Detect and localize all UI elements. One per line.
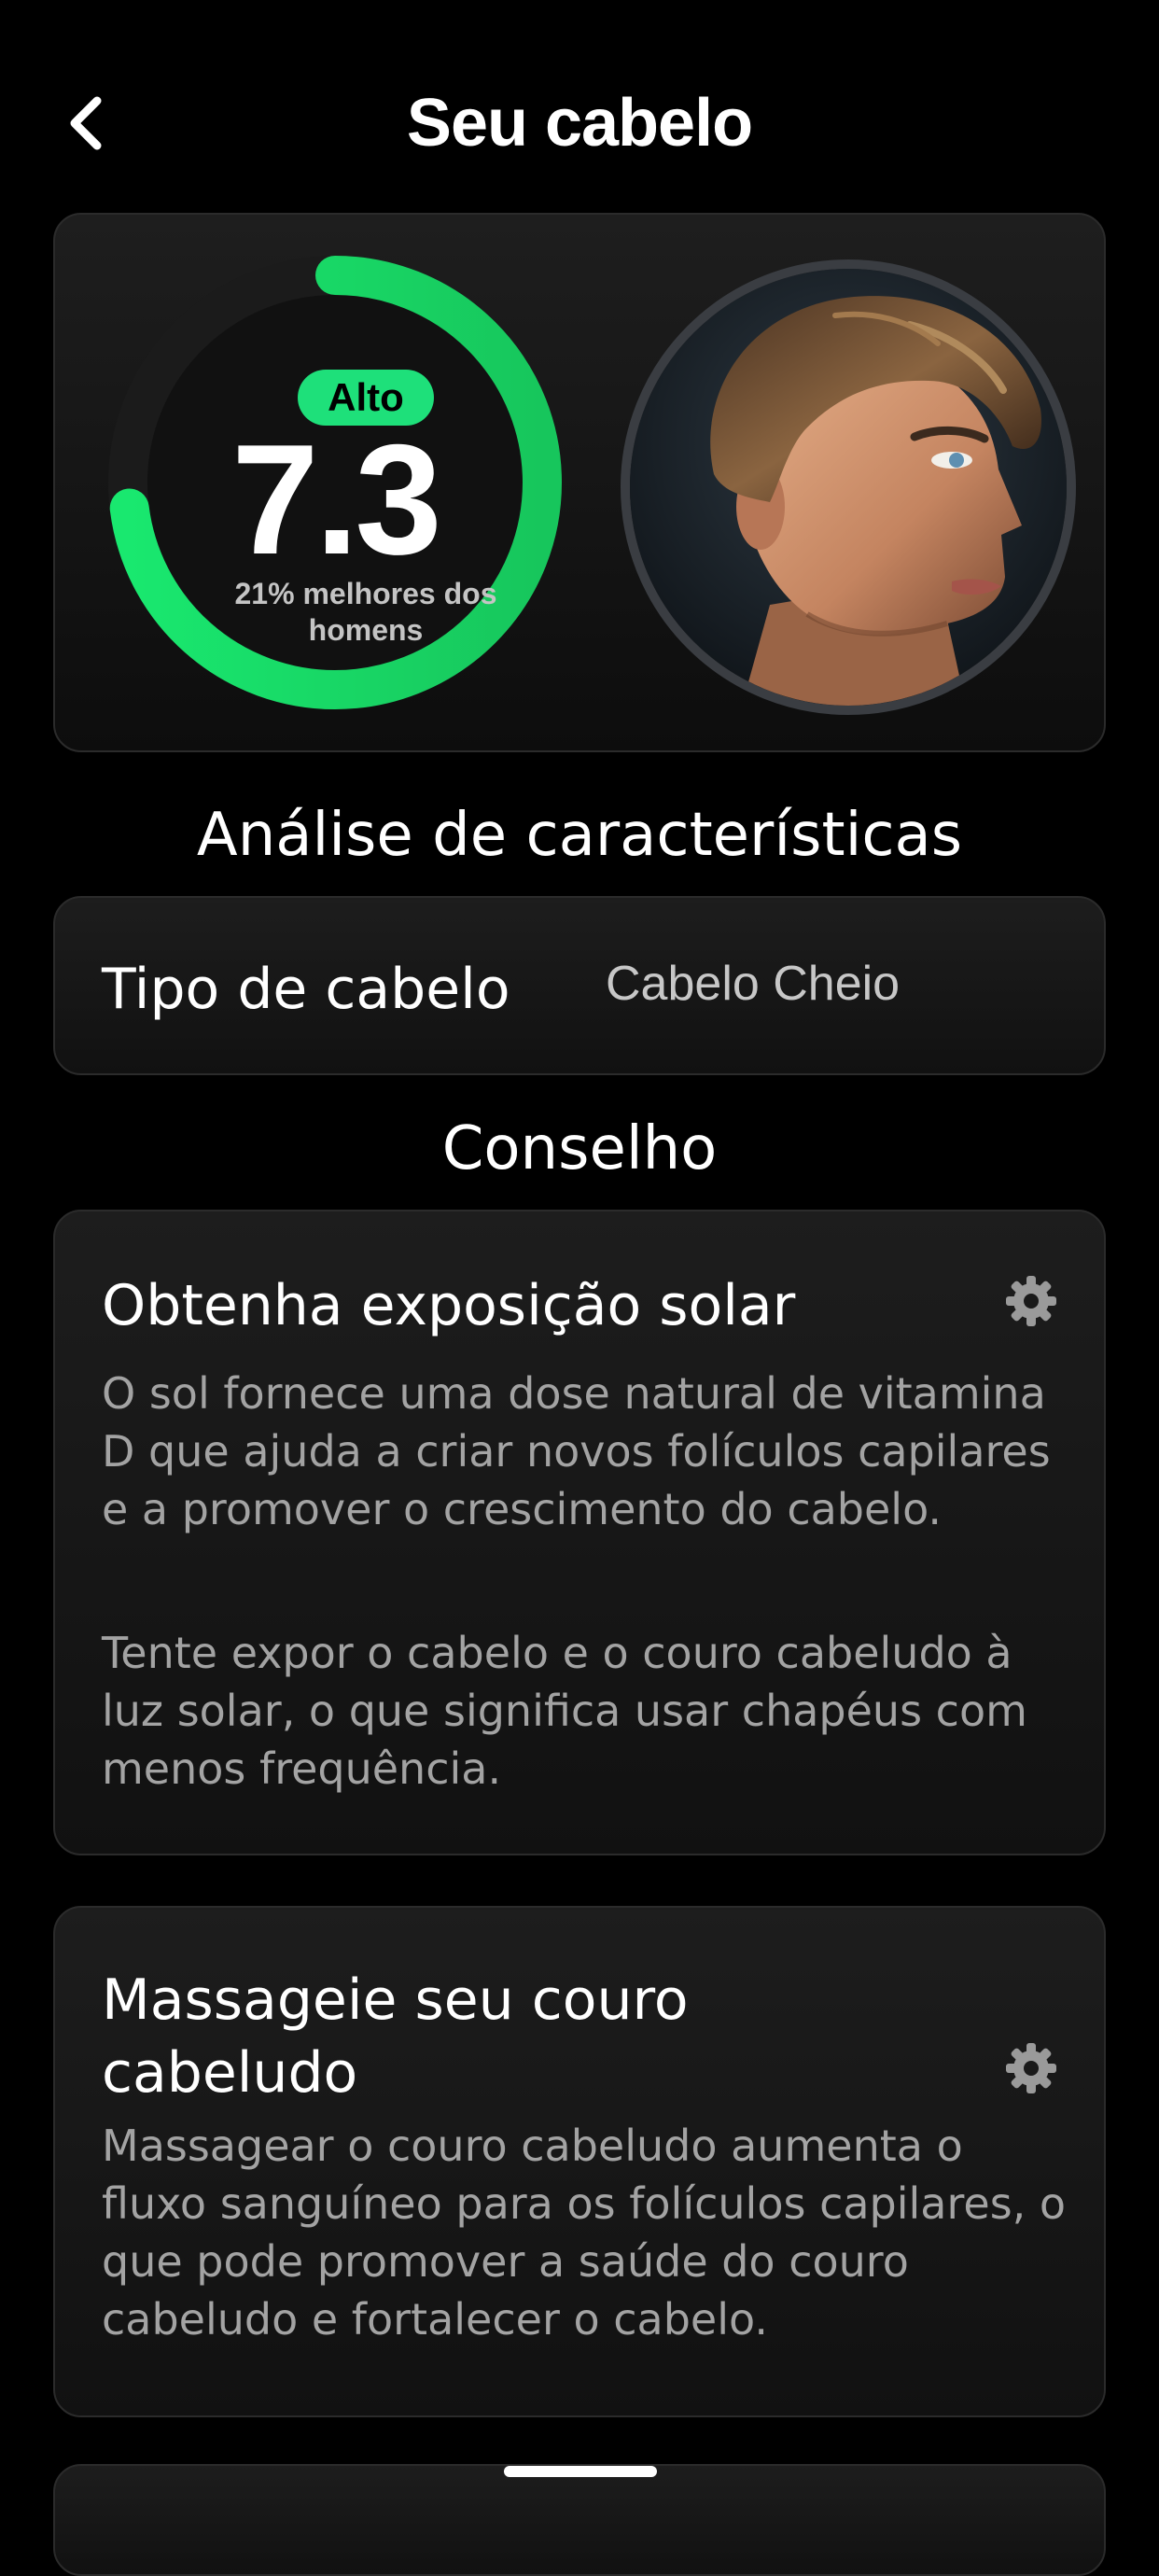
advice-card: Obtenha exposição solar O sol fornece um… — [53, 1210, 1106, 1855]
score-value: 7.3 — [231, 412, 442, 587]
advice-section-title: Conselho — [441, 1114, 718, 1183]
score-percentile: 21% melhores dos homens — [234, 577, 497, 647]
advice-card: Massageie seu couro cabeludo Massagear o… — [53, 1906, 1106, 2417]
advice-title: Obtenha exposição solar — [102, 1273, 796, 1338]
advice-card-partial — [53, 2464, 1106, 2576]
advice-paragraph: O sol fornece uma dose natural de vitami… — [102, 1368, 1051, 1534]
score-gauge: Alto 7.3 21% melhores dos homens — [106, 254, 564, 711]
advice-title: Massageie seu couro cabeludo — [102, 1967, 689, 2106]
trait-value: Cabelo Cheio — [606, 957, 901, 1011]
advice-paragraph: Massagear o couro cabeludo aumenta o flu… — [102, 2121, 1067, 2345]
page-title: Seu cabelo — [406, 86, 753, 161]
traits-section-title: Análise de características — [196, 801, 963, 870]
score-card: Alto 7.3 21% melhores dos homens — [53, 213, 1106, 752]
trait-label: Tipo de cabelo — [102, 957, 510, 1022]
gear-icon — [1006, 2043, 1056, 2093]
advice-paragraph: Tente expor o cabelo e o couro cabeludo … — [102, 1628, 1027, 1794]
user-photo — [621, 259, 1076, 715]
portrait-image — [630, 269, 1067, 706]
trait-row-hair-type: Tipo de cabelo Cabelo Cheio — [53, 896, 1106, 1075]
gear-icon — [1006, 1276, 1056, 1326]
home-indicator — [504, 2466, 657, 2477]
